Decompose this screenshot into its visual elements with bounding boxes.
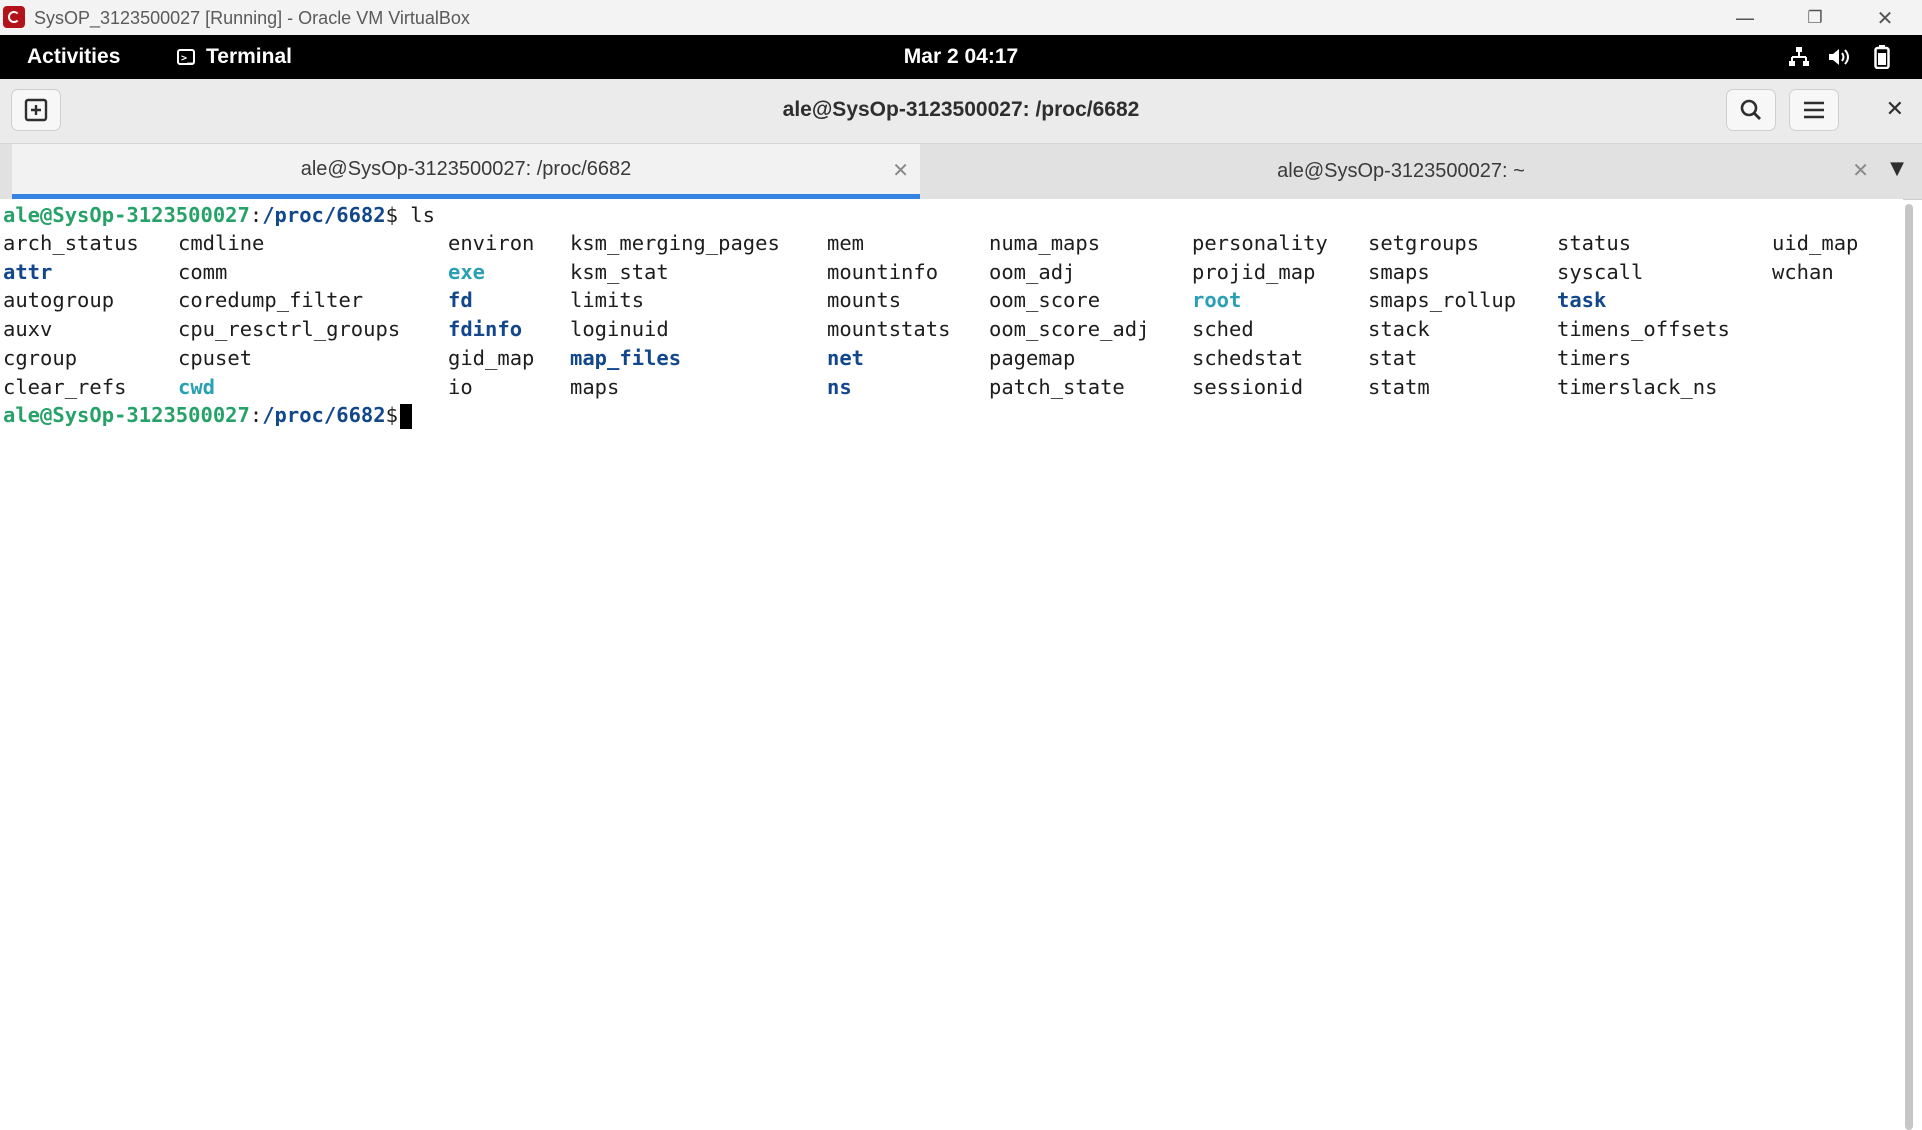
- ls-entry: autogroup: [3, 288, 115, 313]
- ls-entry: mountstats: [827, 317, 951, 342]
- ls-entry: oom_score: [989, 288, 1101, 313]
- hamburger-menu-icon: [1804, 101, 1824, 119]
- ls-entry: setgroups: [1368, 231, 1480, 255]
- ls-entry: cpuset: [178, 345, 253, 370]
- ls-entry: stack: [1368, 317, 1430, 342]
- prompt-colon: :: [249, 203, 263, 227]
- tab-bar: ale@SysOp-3123500027: /proc/6682 ✕ ale@S…: [0, 144, 1922, 200]
- ls-entry: cwd: [178, 374, 216, 399]
- ls-entry: pagemap: [989, 345, 1076, 370]
- ls-entry: ksm_stat: [570, 259, 669, 284]
- network-icon[interactable]: [1787, 45, 1811, 69]
- prompt-path: /proc/6682: [262, 403, 386, 427]
- ls-entry: statm: [1368, 374, 1430, 399]
- restore-button[interactable]: ❐: [1780, 0, 1850, 35]
- ls-entry: timens_offsets: [1557, 317, 1730, 342]
- ls-entry: environ: [448, 231, 535, 255]
- prompt-user-host: ale@SysOp-3123500027: [3, 403, 250, 427]
- ls-entry: gid_map: [448, 345, 535, 370]
- text-cursor: [399, 403, 412, 429]
- volume-icon[interactable]: [1827, 45, 1851, 69]
- vbox-title-bar: SysOP_3123500027 [Running] - Oracle VM V…: [0, 0, 1922, 35]
- ls-entry: uid_map: [1772, 231, 1859, 255]
- ls-entry: attr: [3, 259, 53, 284]
- ls-entry: limits: [570, 288, 645, 313]
- vbox-window-title: SysOP_3123500027 [Running] - Oracle VM V…: [34, 8, 470, 28]
- virtualbox-app-icon: [3, 6, 25, 28]
- search-button[interactable]: [1726, 89, 1776, 131]
- ls-entry: oom_score_adj: [989, 317, 1150, 342]
- ls-entry: fdinfo: [448, 317, 523, 342]
- prompt-user-host: ale@SysOp-3123500027: [3, 203, 250, 227]
- menu-button[interactable]: [1789, 89, 1839, 131]
- ls-entry: fd: [448, 288, 473, 313]
- search-icon: [1740, 99, 1761, 120]
- prompt-dollar: $: [385, 403, 398, 427]
- ls-entry: sched: [1192, 317, 1254, 342]
- ls-entry: patch_state: [989, 374, 1125, 399]
- prompt-colon: :: [249, 403, 263, 427]
- ls-entry: task: [1557, 288, 1607, 313]
- ls-entry: io: [448, 374, 473, 399]
- ls-entry: ksm_merging_pages: [570, 231, 780, 255]
- scrollbar[interactable]: [1905, 204, 1913, 1130]
- ls-entry: auxv: [3, 317, 53, 342]
- ls-entry: cpu_resctrl_groups: [178, 317, 401, 342]
- ls-entry: stat: [1368, 345, 1418, 370]
- ls-entry: projid_map: [1192, 259, 1316, 284]
- gnome-top-bar: Activities >_ Terminal Mar 2 04:17: [0, 35, 1922, 79]
- prompt-dollar: $: [385, 203, 398, 227]
- ls-entry: ns: [827, 374, 852, 399]
- prompt-path: /proc/6682: [262, 203, 386, 227]
- close-tab-icon[interactable]: ✕: [892, 158, 909, 182]
- close-window-button[interactable]: ✕: [1886, 97, 1904, 122]
- battery-icon[interactable]: [1870, 45, 1894, 69]
- tab-proc-6682[interactable]: ale@SysOp-3123500027: /proc/6682 ✕: [12, 144, 920, 199]
- tab-label: ale@SysOp-3123500027: ~: [1277, 160, 1525, 182]
- ls-entry: sessionid: [1192, 374, 1304, 399]
- ls-entry: root: [1192, 288, 1242, 313]
- ls-entry: arch_status: [3, 231, 139, 255]
- ls-entry: coredump_filter: [178, 288, 364, 313]
- ls-entry: comm: [178, 259, 228, 284]
- terminal-output[interactable]: ale@SysOp-3123500027:/proc/6682$ ls arch…: [0, 199, 1903, 1130]
- ls-entry: wchan: [1772, 259, 1834, 284]
- ls-entry: map_files: [570, 345, 682, 370]
- ls-entry: syscall: [1557, 259, 1644, 284]
- ls-entry: clear_refs: [3, 374, 127, 399]
- tab-home[interactable]: ale@SysOp-3123500027: ~ ✕: [922, 144, 1880, 199]
- ls-entry: mem: [827, 231, 865, 255]
- ls-entry: status: [1557, 231, 1632, 255]
- terminal-header-bar: ale@SysOp-3123500027: /proc/6682 ✕: [0, 79, 1922, 144]
- ls-entry: numa_maps: [989, 231, 1101, 255]
- ls-entry: timers: [1557, 345, 1632, 370]
- clock[interactable]: Mar 2 04:17: [0, 45, 1922, 69]
- minimize-button[interactable]: —: [1710, 0, 1780, 35]
- tab-overflow-dropdown-icon[interactable]: ▼: [1890, 158, 1904, 179]
- prompt-line: ale@SysOp-3123500027:/proc/6682$ ls: [3, 201, 435, 229]
- window-title: ale@SysOp-3123500027: /proc/6682: [782, 98, 1140, 121]
- ls-entry: smaps_rollup: [1368, 288, 1517, 313]
- ls-entry: cgroup: [3, 345, 78, 370]
- ls-entry: mounts: [827, 288, 902, 313]
- ls-entry: maps: [570, 374, 620, 399]
- ls-entry: personality: [1192, 231, 1328, 255]
- ls-entry: oom_adj: [989, 259, 1076, 284]
- ls-entry: exe: [448, 259, 486, 284]
- ls-entry: net: [827, 345, 865, 370]
- tab-label: ale@SysOp-3123500027: /proc/6682: [300, 157, 632, 180]
- close-tab-icon[interactable]: ✕: [1852, 158, 1869, 182]
- ls-entry: timerslack_ns: [1557, 374, 1718, 399]
- ls-entry: smaps: [1368, 259, 1430, 284]
- close-vm-window-button[interactable]: ✕: [1850, 0, 1920, 35]
- prompt-command: ls: [397, 203, 435, 227]
- ls-entry: schedstat: [1192, 345, 1304, 370]
- ls-entry: mountinfo: [827, 259, 939, 284]
- ls-entry: cmdline: [178, 231, 265, 255]
- ls-entry: loginuid: [570, 317, 669, 342]
- prompt-line: ale@SysOp-3123500027:/proc/6682$: [3, 401, 412, 429]
